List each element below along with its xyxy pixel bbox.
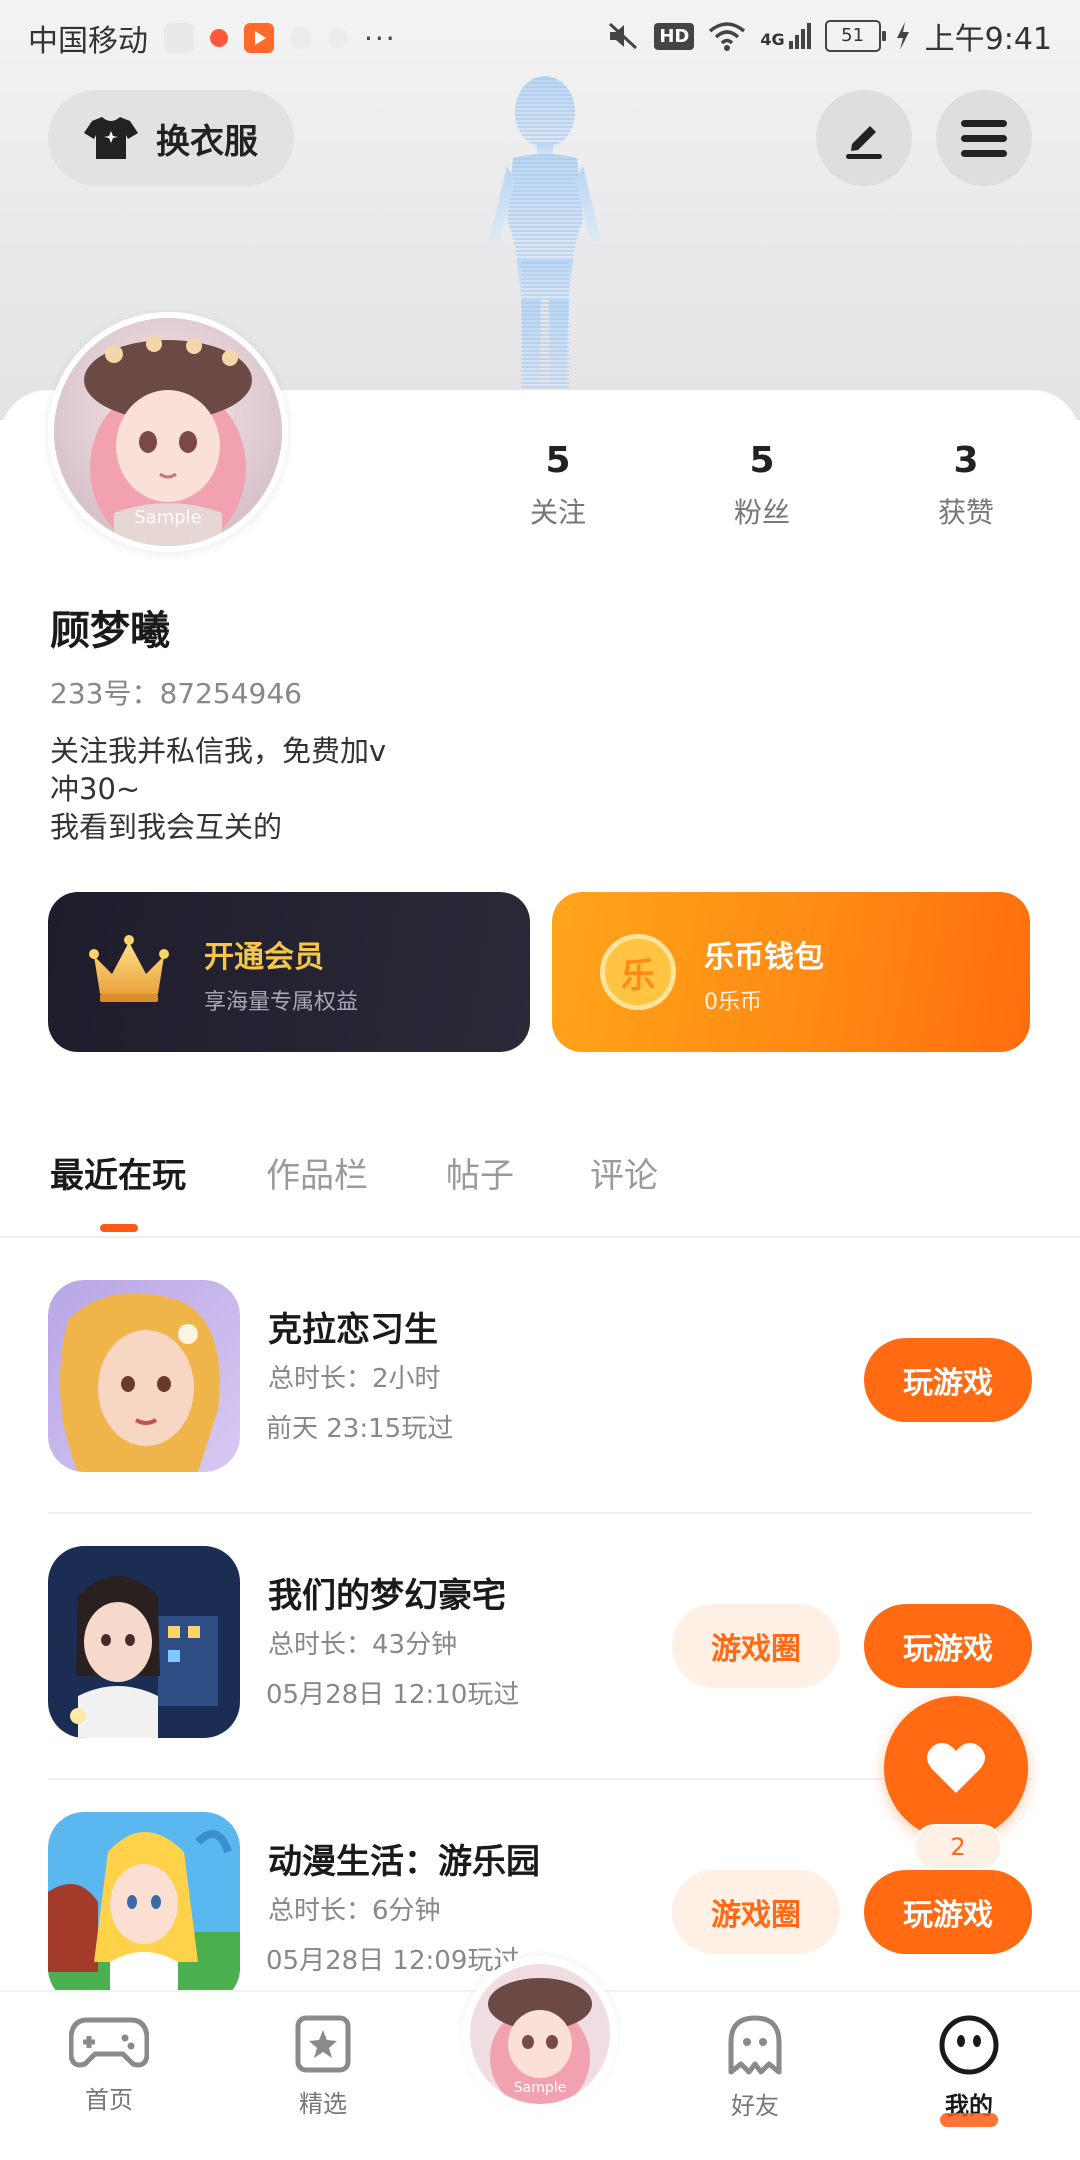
stat-followers[interactable]: 5 粉丝 [692,440,832,531]
nav-featured-label: 精选 [299,2090,347,2118]
profile-name: 顾梦曦 [50,608,170,654]
nav-home[interactable]: 首页 [44,2014,174,2115]
gamepad-icon [68,2017,150,2068]
signal-icon: 4G [760,23,811,49]
stat-followers-count: 5 [749,440,775,481]
pencil-icon [846,126,882,159]
game-title: 克拉恋习生 [268,1310,438,1350]
nav-center-avatar-button[interactable]: Sample [462,1956,618,2112]
app-notification-icon [210,29,228,47]
game-last-played: 05月28日 12:10玩过 [266,1680,520,1710]
smiley-profile-icon [939,2015,999,2075]
clock: 上午9:41 [924,22,1052,57]
game-title: 我们的梦幻豪宅 [268,1576,506,1616]
play-game-button[interactable]: 玩游戏 [864,1870,1032,1954]
game-circle-button[interactable]: 游戏圈 [672,1604,840,1688]
nav-friends[interactable]: 好友 [690,2014,820,2121]
app-notification-icon [164,23,194,53]
nav-active-indicator [940,2113,998,2127]
stat-followers-label: 粉丝 [733,496,790,529]
stat-following[interactable]: 5 关注 [488,440,628,531]
edit-profile-button[interactable] [816,90,912,186]
bio-line: 冲30~ [50,772,141,806]
game-cover-art [48,1280,240,1472]
nav-mine[interactable]: 我的 [904,2014,1034,2127]
wifi-icon [709,22,746,51]
coin-wallet-card[interactable]: 乐 乐币钱包 0乐币 [552,892,1030,1052]
bio-line: 我看到我会互关的 [50,810,283,844]
profile-bio: 关注我并私信我，免费加v 冲30~ 我看到我会互关的 [50,732,386,846]
ghost-friends-icon [728,2015,782,2075]
charging-icon [896,22,909,50]
nav-home-label: 首页 [85,2086,133,2114]
vip-membership-card[interactable]: 开通会员 享海量专属权益 [48,892,530,1052]
more-notifications-icon: ··· [364,21,397,55]
play-game-button[interactable]: 玩游戏 [864,1604,1032,1688]
crown-icon [89,935,169,1002]
vip-subtitle: 享海量专属权益 [204,990,359,1015]
nav-avatar-sample-tag: Sample [513,2080,567,2096]
change-outfit-label: 换衣服 [156,121,258,162]
game-cover [48,1812,240,2004]
carrier-label: 中国移动 [28,24,148,59]
stat-likes-count: 3 [953,440,979,481]
app-notification-icon [290,27,312,49]
game-last-played: 05月28日 12:09玩过 [266,1946,520,1976]
network-type: 4G [760,30,785,49]
nav-featured[interactable]: 精选 [258,2014,388,2119]
game-cover-art [48,1812,240,2004]
bio-line: 关注我并私信我，免费加v [50,734,387,768]
bottom-navigation: 首页 精选 Sample 好友 我的 [0,1956,1080,2160]
tab-posts[interactable]: 帖子 [446,1148,514,1197]
battery-indicator: 51 [824,20,886,52]
game-duration: 总时长：43分钟 [268,1630,458,1660]
like-count-badge: 2 [914,1824,1002,1870]
avatar-hologram-figure [489,76,601,400]
heart-icon [927,1742,985,1793]
tab-works[interactable]: 作品栏 [266,1148,368,1197]
game-cover [48,1546,240,1738]
stat-following-label: 关注 [529,496,586,529]
featured-star-icon [295,2015,351,2073]
game-title: 动漫生活：游乐园 [268,1842,540,1882]
tshirt-icon [84,117,138,159]
tab-recently-played[interactable]: 最近在玩 [50,1148,186,1197]
game-circle-button[interactable]: 游戏圈 [672,1870,840,1954]
mute-icon [609,22,638,50]
app-notification-icon [328,28,348,48]
video-app-icon [244,23,274,53]
profile-avatar[interactable]: Sample [48,312,288,552]
menu-icon [961,120,1007,157]
wallet-subtitle: 0乐币 [704,990,762,1015]
game-last-played: 前天 23:15玩过 [266,1414,454,1444]
game-cover-art [48,1546,240,1738]
menu-button[interactable] [936,90,1032,186]
floating-like-button[interactable] [884,1696,1028,1840]
game-row[interactable]: 我们的梦幻豪宅 总时长：43分钟 05月28日 12:10玩过 游戏圈 玩游戏 [48,1512,1032,1780]
hd-badge: HD [654,22,695,50]
avatar-sample-tag: Sample [134,507,202,528]
game-duration: 总时长：6分钟 [268,1896,441,1926]
coin-icon: 乐 [600,934,676,1010]
stat-likes[interactable]: 3 获赞 [896,440,1036,531]
active-tab-indicator [100,1224,138,1232]
game-cover [48,1280,240,1472]
change-outfit-button[interactable]: 换衣服 [48,90,294,186]
play-game-button[interactable]: 玩游戏 [864,1338,1032,1422]
nav-avatar: Sample [470,1964,610,2104]
status-bar: 中国移动 ··· HD 4G 51 上午9:41 [0,0,1080,70]
game-duration: 总时长：2小时 [268,1364,441,1394]
stat-following-count: 5 [545,440,571,481]
wallet-title: 乐币钱包 [704,940,824,975]
profile-uid: 233号：87254946 [50,677,302,710]
stat-likes-label: 获赞 [937,496,994,529]
game-row[interactable]: 克拉恋习生 总时长：2小时 前天 23:15玩过 玩游戏 [48,1246,1032,1514]
profile-page: 中国移动 ··· HD 4G 51 上午9:41 换衣服 Sample 5 关注… [0,0,1080,2160]
vip-title: 开通会员 [204,940,324,975]
nav-friends-label: 好友 [731,2092,779,2120]
profile-tabs: 最近在玩 作品栏 帖子 评论 [0,1140,1080,1238]
tab-comments[interactable]: 评论 [590,1148,658,1197]
